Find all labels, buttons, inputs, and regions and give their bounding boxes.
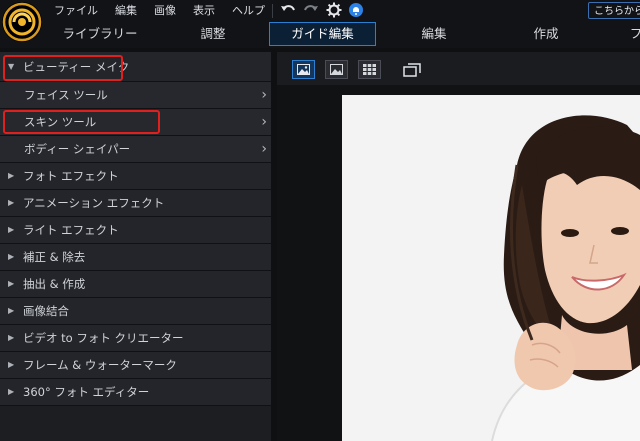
section-label: 抽出 & 作成	[23, 277, 86, 291]
section-frame-watermark[interactable]: ▶ フレーム & ウォーターマーク	[0, 352, 271, 379]
detach-window-icon[interactable]	[401, 61, 423, 79]
expand-triangle-icon: ▶	[8, 198, 15, 207]
section-image-merge[interactable]: ▶ 画像結合	[0, 298, 271, 325]
single-view-icon[interactable]	[292, 60, 315, 79]
main-tabs: ライブラリー 調整 ガイド編集 編集 作成 フ	[0, 22, 640, 46]
expand-triangle-icon: ▶	[8, 333, 15, 342]
section-correct-remove[interactable]: ▶ 補正 & 除去	[0, 244, 271, 271]
preview-photo	[342, 95, 640, 441]
section-360-photo-editor[interactable]: ▶ 360° フォト エディター	[0, 379, 271, 406]
section-label: アニメーション エフェクト	[23, 196, 165, 210]
bell-icon[interactable]	[347, 2, 365, 18]
menu-file[interactable]: ファイル	[54, 2, 98, 20]
expand-triangle-icon: ▶	[8, 306, 15, 315]
section-video-to-photo[interactable]: ▶ ビデオ to フォト クリエーター	[0, 325, 271, 352]
section-label: 360° フォト エディター	[23, 385, 150, 399]
expand-triangle-icon: ▶	[8, 279, 15, 288]
subitem-label: ボディー シェイパー	[24, 142, 131, 156]
highlight-box	[3, 110, 160, 134]
tab-library[interactable]: ライブラリー	[55, 22, 145, 46]
redo-icon[interactable]	[302, 2, 320, 18]
expand-triangle-icon: ▶	[8, 225, 15, 234]
subitem-body-shaper[interactable]: ボディー シェイパー ›	[0, 136, 271, 163]
menu-help[interactable]: ヘルプ	[232, 2, 265, 20]
menu-image[interactable]: 画像	[154, 2, 176, 20]
tab-edit[interactable]: 編集	[404, 22, 464, 46]
section-label: ビデオ to フォト クリエーター	[23, 331, 184, 345]
section-photo-effect[interactable]: ▶ フォト エフェクト	[0, 163, 271, 190]
tab-overflow[interactable]: フ	[626, 22, 640, 46]
section-label: フレーム & ウォーターマーク	[23, 358, 177, 372]
expand-triangle-icon: ▶	[8, 252, 15, 261]
subitem-face-tools[interactable]: フェイス ツール ›	[0, 82, 271, 109]
menu-view[interactable]: 表示	[193, 2, 215, 20]
tab-guided-edit[interactable]: ガイド編集	[269, 22, 376, 46]
section-extract-create[interactable]: ▶ 抽出 & 作成	[0, 271, 271, 298]
section-label: 補正 & 除去	[23, 250, 86, 264]
menu-edit[interactable]: 編集	[115, 2, 137, 20]
subitem-label: フェイス ツール	[24, 88, 108, 102]
compare-view-icon[interactable]	[325, 60, 348, 79]
undo-icon[interactable]	[279, 2, 297, 18]
chevron-right-icon: ›	[261, 87, 267, 103]
tab-create[interactable]: 作成	[516, 22, 576, 46]
highlight-box	[3, 55, 123, 81]
chevron-right-icon: ›	[261, 114, 267, 130]
title-bar: ファイル 編集 画像 表示 ヘルプ こちらから ... ライブラリー 調整 ガイ…	[0, 0, 640, 48]
section-label: ライト エフェクト	[23, 223, 119, 237]
chevron-right-icon: ›	[261, 141, 267, 157]
expand-triangle-icon: ▶	[8, 360, 15, 369]
expand-triangle-icon: ▶	[8, 387, 15, 396]
tab-adjust[interactable]: 調整	[183, 22, 243, 46]
section-label: 画像結合	[23, 304, 69, 318]
section-label: フォト エフェクト	[23, 169, 119, 183]
menu-bar: ファイル 編集 画像 表示 ヘルプ	[54, 2, 282, 20]
view-toolbar	[277, 52, 640, 85]
notice-link[interactable]: こちらから ...	[588, 2, 640, 19]
expand-triangle-icon: ▶	[8, 171, 15, 180]
section-animation-effect[interactable]: ▶ アニメーション エフェクト	[0, 190, 271, 217]
menu-separator	[272, 4, 273, 18]
grid-view-icon[interactable]	[358, 60, 381, 79]
section-light-effect[interactable]: ▶ ライト エフェクト	[0, 217, 271, 244]
gear-icon[interactable]	[325, 2, 343, 18]
